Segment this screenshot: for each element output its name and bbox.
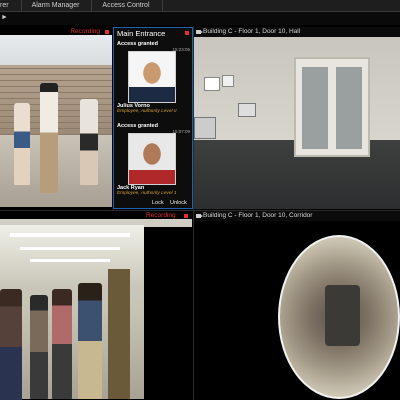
wooden-door xyxy=(108,269,130,399)
person-photo xyxy=(128,133,176,185)
access-event[interactable]: Access granted 15:07:09 Jack Ryan Employ… xyxy=(117,123,190,201)
lock-button[interactable]: Lock xyxy=(152,200,164,206)
wall-device xyxy=(194,117,216,139)
unlock-button[interactable]: Unlock xyxy=(170,200,187,206)
access-event[interactable]: Access granted 15:23:05 Julius Vorno Emp… xyxy=(117,41,190,119)
pedestrian xyxy=(14,103,30,185)
camera-title: Building C - Floor 1, Door 10, Corridor xyxy=(203,212,313,219)
access-status: Access granted xyxy=(117,123,158,129)
room-floor xyxy=(324,285,361,346)
wall-device xyxy=(238,103,256,117)
video-pane-hall[interactable]: Building C - Floor 1, Door 10, Hall xyxy=(194,27,400,210)
pane-divider xyxy=(193,26,194,400)
pane-header: Building C - Floor 1, Door 10, Corridor xyxy=(194,211,400,221)
camera-title: Building C - Floor 1, Door 10, Hall xyxy=(203,28,301,35)
tab-alarm-manager[interactable]: Alarm Manager xyxy=(22,0,93,11)
toolbar-row: ► xyxy=(0,12,400,25)
camera-feed-image xyxy=(0,219,192,400)
wall-device xyxy=(204,77,220,91)
pane-divider xyxy=(0,210,400,211)
wall-device xyxy=(222,75,234,87)
camera-icon xyxy=(196,214,203,218)
black-area xyxy=(144,227,192,400)
student xyxy=(52,289,72,399)
pedestrian xyxy=(40,83,58,193)
video-pane-corridor-fisheye[interactable]: Building C - Floor 1, Door 10, Corridor xyxy=(194,211,400,400)
tab-partial[interactable]: rer xyxy=(0,0,22,11)
access-status: Access granted xyxy=(117,41,158,47)
access-control-panel[interactable]: Main Entrance Access granted 15:23:05 Ju… xyxy=(113,27,193,209)
person-photo xyxy=(128,51,176,103)
fisheye-camera-feed xyxy=(278,235,400,399)
recording-icon xyxy=(105,30,109,34)
recording-icon xyxy=(184,214,188,218)
student xyxy=(30,295,48,399)
student xyxy=(0,289,22,400)
glass-door xyxy=(294,57,370,157)
pane-header: Building C - Floor 1, Door 10, Hall xyxy=(194,27,400,37)
camera-feed-image xyxy=(0,35,112,207)
student xyxy=(78,283,102,399)
top-tab-bar: rer Alarm Manager Access Control xyxy=(0,0,400,12)
person-role: Employee, Authority Level II xyxy=(117,109,177,114)
pedestrian xyxy=(80,99,98,185)
video-pane-main-entrance[interactable]: Recording xyxy=(0,27,112,209)
tab-access-control[interactable]: Access Control xyxy=(92,0,163,11)
video-pane-corridor-left[interactable]: Recording xyxy=(0,211,193,400)
arrow-icon[interactable]: ► xyxy=(1,14,8,22)
recording-icon xyxy=(185,31,189,35)
person-role: Employee, Authority Level 1 xyxy=(117,191,177,196)
camera-icon xyxy=(196,30,203,34)
door-title: Main Entrance xyxy=(117,29,166,38)
camera-feed-image xyxy=(194,37,400,209)
